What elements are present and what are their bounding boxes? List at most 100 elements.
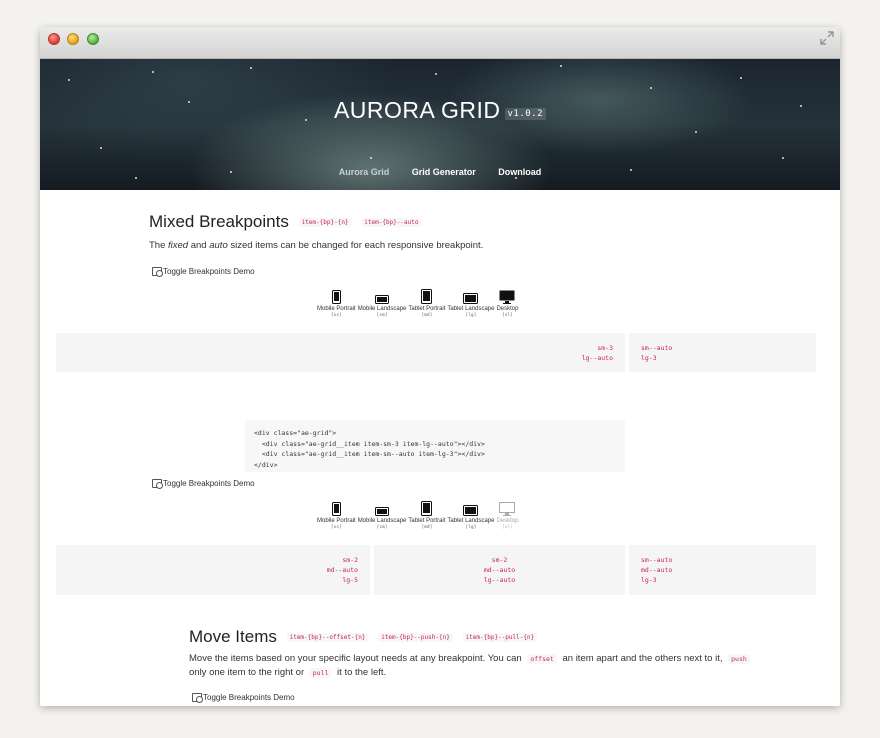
device-bp: [md] [421,313,433,318]
grid-item: sm-2 md--auto lg-5 [56,545,370,595]
device-bp: [md] [421,525,433,530]
grid-class-tag: lg-5 [342,576,358,584]
toggle-label: Toggle Breakpoints Demo [163,267,255,276]
code-example: <div class="ae-grid"> <div class="ae-gri… [245,420,625,472]
section-heading-move: Move Items item-{bp}--offset-{n} item-{b… [189,627,538,647]
code-chip: pull [309,668,332,678]
mixed-heading-text: Mixed Breakpoints [149,212,289,231]
grid-item: sm--auto lg-3 [629,333,816,372]
device-mobile-portrait[interactable]: Mobile Portrait [xs] [317,288,356,318]
zoom-window-button[interactable] [87,33,99,45]
device-label: Mobile Landscape [357,518,407,524]
move-description: Move the items based on your specific la… [189,652,759,680]
grid-item: sm-3 lg--auto [56,333,625,372]
code-chip: item-{bp}--pull-{n} [462,633,538,642]
tablet-portrait-icon [408,288,445,304]
browser-window: AURORA GRID v1.0.2 Aurora Grid Grid Gener… [40,27,840,706]
grid-item: sm--auto md--auto lg-3 [629,545,816,595]
device-tablet-landscape[interactable]: Tablet Landscape [lg] [447,288,494,318]
device-mobile-landscape[interactable]: Mobile Landscape [sm] [357,500,407,530]
checkbox-icon[interactable] [192,693,203,703]
checkbox-icon[interactable] [152,267,163,277]
code-chip: offset [527,654,557,664]
move-heading-text: Move Items [189,627,277,646]
hero-banner: AURORA GRID v1.0.2 Aurora Grid Grid Gener… [40,59,840,190]
desktop-icon [496,288,518,304]
mobile-portrait-icon [317,500,356,516]
close-window-button[interactable] [48,33,60,45]
nav-aurora-grid[interactable]: Aurora Grid [339,167,390,177]
grid-class-tag: sm--auto [641,556,673,564]
fullscreen-icon[interactable] [819,31,835,47]
tablet-landscape-icon [447,288,494,304]
mobile-landscape-icon [358,288,407,304]
device-bp: [lg] [465,313,477,318]
device-desktop[interactable]: Desktop [xl] [496,288,518,318]
grid-class-tag: sm--auto [641,344,673,352]
nav-download[interactable]: Download [498,167,541,177]
device-tablet-portrait[interactable]: Tablet Portrait [md] [408,288,445,318]
device-tablet-landscape[interactable]: Tablet Landscape [lg] [447,500,494,530]
version-badge: v1.0.2 [504,108,547,120]
device-bp: [xl] [502,313,513,318]
grid-item: sm-2 md--auto lg--auto [374,545,625,595]
device-label: Tablet Landscape [447,518,495,524]
code-line: </div> [254,460,278,469]
toggle-breakpoints-demo-2[interactable]: Toggle Breakpoints Demo [152,479,255,489]
mixed-description: The fixed and auto sized items can be ch… [149,239,483,253]
device-bp: [xs] [330,313,342,318]
device-bp: [sm] [376,313,388,318]
title-bar [40,27,840,59]
code-chip: push [728,654,750,664]
desc-text: it to the left. [334,667,387,678]
device-mobile-portrait[interactable]: Mobile Portrait [xs] [317,500,356,530]
site-title: AURORA GRID v1.0.2 [40,97,840,124]
device-label: Mobile Portrait [317,518,356,524]
desktop-icon [496,500,518,516]
code-chip: item-{bp}--offset-{n} [286,633,369,642]
tablet-landscape-icon [447,500,494,516]
device-bp: [lg] [465,525,477,530]
desc-text: sized items can be changed for each resp… [227,240,484,251]
device-bp: [xl] [502,525,513,530]
grid-class-tag: lg-3 [641,576,657,584]
device-desktop[interactable]: Desktop [xl] [496,500,518,530]
page-content: Mixed Breakpoints item-{bp}-{n} item-{bp… [40,190,840,706]
minimize-window-button[interactable] [67,33,79,45]
code-chip: item-{bp}--push-{n} [378,633,453,642]
toggle-breakpoints-demo-1[interactable]: Toggle Breakpoints Demo [152,267,255,277]
device-bp: [xs] [330,525,342,530]
site-title-text: AURORA GRID [333,97,501,123]
device-bp: [sm] [376,525,388,530]
device-label: Desktop [496,518,519,524]
section-heading-mixed: Mixed Breakpoints item-{bp}-{n} item-{bp… [149,212,422,232]
grid-class-tag: sm-2 [342,556,358,564]
mobile-portrait-icon [317,288,356,304]
desc-text: and [188,240,210,251]
toggle-breakpoints-demo-3[interactable]: Toggle Breakpoints Demo [192,693,295,703]
breakpoint-selector-1: Mobile Portrait [xs] Mobile Landscape [s… [317,288,520,318]
grid-class-tag: lg--auto [483,576,516,584]
toggle-label: Toggle Breakpoints Demo [163,479,255,488]
nav-grid-generator[interactable]: Grid Generator [412,167,476,177]
grid-class-tag: sm-2 [491,556,508,564]
code-chip: item-{bp}--auto [361,218,422,227]
grid-class-tag: sm-3 [597,344,613,352]
desc-text: only one item to the right or [189,667,307,678]
desc-auto: auto [209,240,228,251]
grid-class-tag: md--auto [641,566,673,574]
main-nav: Aurora Grid Grid Generator Download [40,167,840,177]
grid-class-tag: md--auto [483,566,516,574]
desc-text: Move the items based on your specific la… [189,653,525,664]
desc-fixed: fixed [168,240,189,251]
toggle-label: Toggle Breakpoints Demo [203,693,295,702]
grid-class-tag: lg-3 [641,354,657,362]
code-chip: item-{bp}-{n} [298,218,352,227]
device-tablet-portrait[interactable]: Tablet Portrait [md] [408,500,445,530]
checkbox-icon[interactable] [152,479,163,489]
grid-class-tag: lg--auto [581,354,613,362]
desc-text: an item apart and the others next to it, [559,653,726,664]
code-line: <div class="ae-grid__item item-sm--auto … [254,450,485,458]
device-mobile-landscape[interactable]: Mobile Landscape [sm] [358,288,407,318]
device-label: Tablet Portrait [408,306,446,312]
